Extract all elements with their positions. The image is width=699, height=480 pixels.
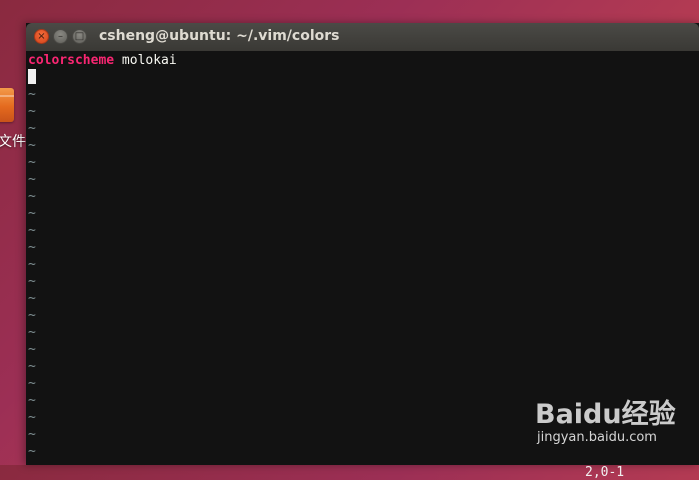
vim-editor[interactable]: colorscheme molokai ~ ~ ~ ~ ~ ~ ~ ~ ~ ~ ~ ~ ~ ~ ~ ~ ~ ~ ~ ~…: [26, 51, 699, 480]
empty-line-tilde: ~: [28, 121, 36, 136]
maximize-icon: □: [74, 30, 85, 42]
empty-line-tilde: ~: [28, 393, 36, 408]
close-icon: ×: [37, 30, 46, 42]
empty-line-tilde: ~: [28, 155, 36, 170]
empty-line-tilde: ~: [28, 376, 36, 391]
empty-line-tilde: ~: [28, 444, 36, 459]
empty-line-tilde: ~: [28, 240, 36, 255]
empty-line-tilde: ~: [28, 206, 36, 221]
empty-line-tilde: ~: [28, 342, 36, 357]
empty-line-tilde: ~: [28, 104, 36, 119]
empty-line-tilde: ~: [28, 223, 36, 238]
vim-keyword: colorscheme: [28, 53, 115, 68]
empty-line-tilde: ~: [28, 172, 36, 187]
text-cursor: [28, 69, 36, 84]
close-button[interactable]: ×: [34, 29, 49, 44]
empty-line-tilde: ~: [28, 427, 36, 442]
empty-line-tilde: ~: [28, 308, 36, 323]
editor-line-1: colorscheme molokai: [28, 52, 177, 69]
empty-line-tilde: ~: [28, 87, 36, 102]
minimize-icon: –: [58, 30, 63, 42]
empty-line-tilde: ~: [28, 189, 36, 204]
empty-line-tilde: ~: [28, 257, 36, 272]
terminal-window: × – □ csheng@ubuntu: ~/.vim/colors color…: [26, 23, 699, 480]
vim-argument: molokai: [114, 53, 177, 68]
empty-line-tilde: ~: [28, 325, 36, 340]
title-bar[interactable]: × – □ csheng@ubuntu: ~/.vim/colors: [26, 23, 699, 51]
empty-line-tilde: ~: [28, 138, 36, 153]
empty-line-tilde: ~: [28, 274, 36, 289]
empty-line-tilde: ~: [28, 291, 36, 306]
folder-icon[interactable]: [0, 88, 14, 122]
empty-line-tilde: ~: [28, 359, 36, 374]
maximize-button[interactable]: □: [72, 29, 87, 44]
desktop-icon-label: 文件: [0, 134, 26, 150]
empty-line-tilde: ~: [28, 410, 36, 425]
status-ruler: 2,0-1: [585, 465, 625, 480]
window-title: csheng@ubuntu: ~/.vim/colors: [99, 28, 340, 44]
minimize-button[interactable]: –: [53, 29, 68, 44]
